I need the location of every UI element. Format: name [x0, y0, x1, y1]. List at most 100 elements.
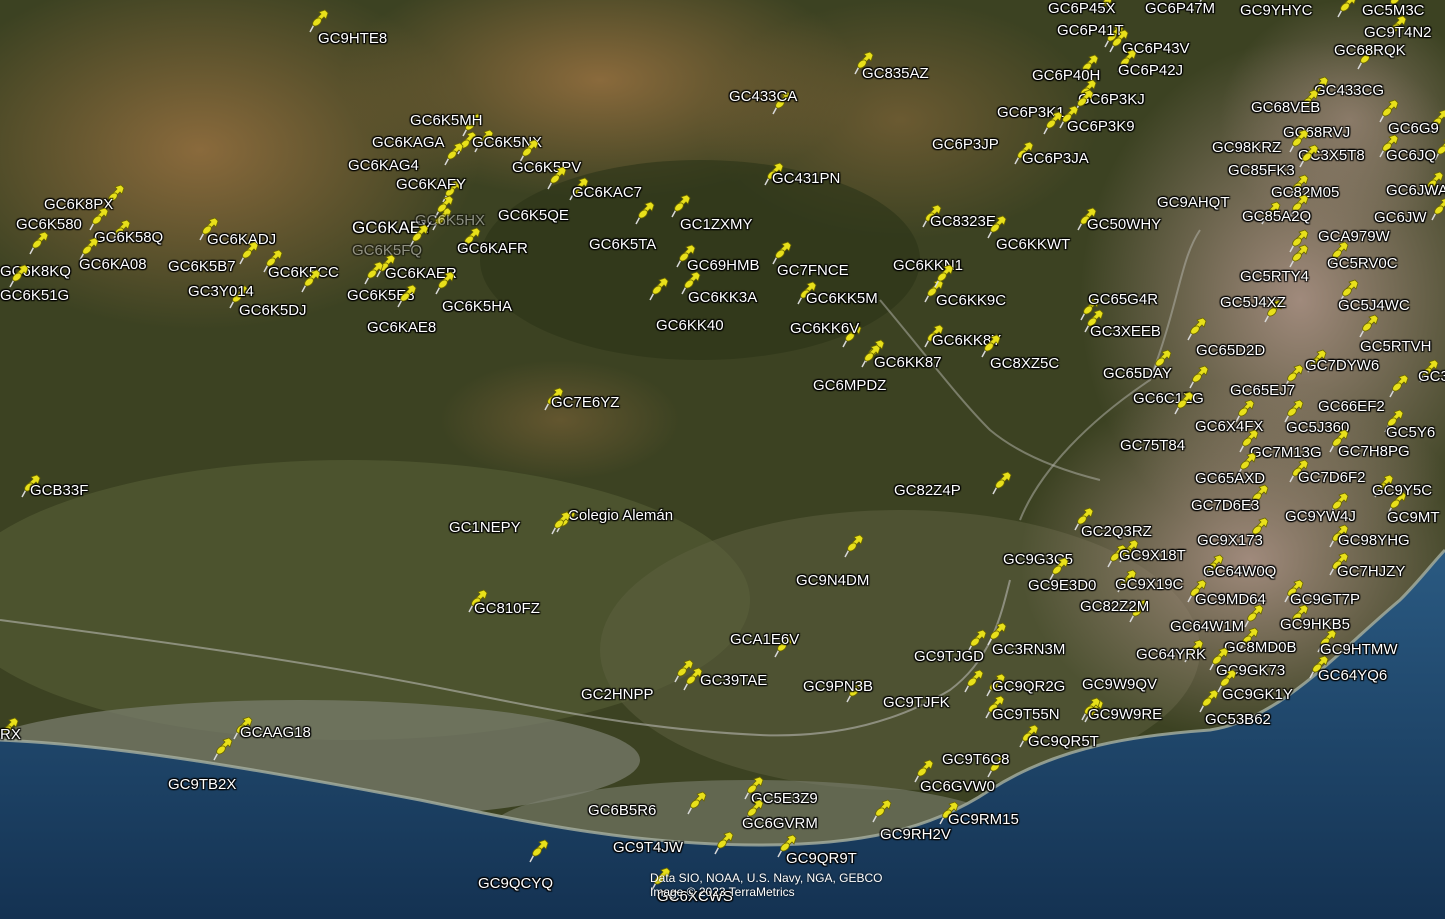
marker-label[interactable]: GC7E6YZ: [551, 394, 619, 411]
marker-label[interactable]: RX: [0, 726, 21, 743]
marker-label[interactable]: GCA1E6V: [730, 631, 799, 648]
pushpin-icon[interactable]: [234, 240, 260, 266]
pushpin-icon[interactable]: [1332, 0, 1358, 19]
marker-label[interactable]: GC6KK3A: [688, 289, 757, 306]
pushpin-icon[interactable]: [546, 510, 572, 536]
pushpin-icon[interactable]: [542, 165, 568, 191]
marker-label[interactable]: GC835AZ: [862, 65, 929, 82]
pushpin-icon[interactable]: [4, 263, 30, 289]
marker-label[interactable]: GC6KAFR: [457, 240, 528, 257]
marker-label[interactable]: GC6KA08: [79, 256, 147, 273]
pushpin-icon[interactable]: [24, 230, 50, 256]
marker-label[interactable]: GC6K5B7: [168, 258, 236, 275]
pushpin-icon[interactable]: [1426, 196, 1445, 222]
marker-label[interactable]: GC9Y5C: [1372, 482, 1432, 499]
marker-label[interactable]: GC9TJFK: [883, 694, 950, 711]
marker-label[interactable]: GC6KAFY: [396, 176, 466, 193]
marker-label[interactable]: GC7FNCE: [777, 262, 849, 279]
marker-label[interactable]: GC8MD0B: [1224, 639, 1297, 656]
marker-label[interactable]: GC9X19C: [1115, 576, 1183, 593]
marker-label[interactable]: GC65EJ7: [1230, 382, 1295, 399]
marker-label[interactable]: GC9T55N: [992, 706, 1060, 723]
marker-label[interactable]: GC82Z2M: [1080, 598, 1149, 615]
pushpin-icon[interactable]: [709, 830, 735, 856]
marker-label[interactable]: GC9E3D0: [1028, 577, 1096, 594]
marker-label[interactable]: GC64YRK: [1136, 646, 1206, 663]
marker-label[interactable]: GC7HJZY: [1337, 563, 1405, 580]
pushpin-icon[interactable]: [524, 838, 550, 864]
marker-label[interactable]: GC68VEB: [1251, 99, 1320, 116]
marker-label[interactable]: GC64YQ6: [1318, 667, 1387, 684]
marker-label[interactable]: GC810FZ: [474, 600, 540, 617]
pushpin-icon[interactable]: [867, 798, 893, 824]
marker-label[interactable]: GC5Y6: [1386, 424, 1435, 441]
marker-label[interactable]: GC9HTE8: [318, 30, 387, 47]
pushpin-icon[interactable]: [839, 533, 865, 559]
marker-label[interactable]: GC6MPDZ: [813, 377, 886, 394]
marker-label[interactable]: GC8XZ5C: [990, 355, 1059, 372]
marker-label[interactable]: GC6JW: [1374, 209, 1427, 226]
marker-label[interactable]: GC6P42J: [1118, 62, 1183, 79]
pushpin-icon[interactable]: [682, 790, 708, 816]
marker-label[interactable]: GC98KRZ: [1212, 139, 1281, 156]
pushpin-icon[interactable]: [1184, 364, 1210, 390]
marker-label[interactable]: GC5RV0C: [1327, 255, 1398, 272]
marker-label[interactable]: GC75T84: [1120, 437, 1185, 454]
marker-label[interactable]: GC9T4JW: [613, 839, 683, 856]
pushpin-icon[interactable]: [987, 470, 1013, 496]
marker-label[interactable]: GC9TB2X: [168, 776, 236, 793]
satellite-map[interactable]: GC9HTE8 GC835AZ GC433CA GC6K5MH GC6KAGA GC6K5…: [0, 0, 1445, 919]
marker-label[interactable]: GC7D6E3: [1191, 497, 1259, 514]
marker-label[interactable]: GC9PN3B: [803, 678, 873, 695]
marker-label[interactable]: GC9YHYC: [1240, 2, 1313, 19]
marker-label[interactable]: GC6GVRM: [742, 815, 818, 832]
marker-label[interactable]: GC5J4WC: [1338, 297, 1410, 314]
marker-label[interactable]: GC9GK1Y: [1222, 686, 1293, 703]
pushpin-icon[interactable]: [1354, 313, 1380, 339]
marker-label[interactable]: GC9X173: [1197, 532, 1263, 549]
marker-label[interactable]: GC431PN: [772, 170, 840, 187]
marker-label[interactable]: GCAAG18: [240, 724, 311, 741]
marker-label[interactable]: GC64W0Q: [1203, 563, 1276, 580]
pushpin-icon[interactable]: [296, 268, 322, 294]
marker-label[interactable]: GC9MT: [1387, 509, 1440, 526]
marker-label[interactable]: GC5RTVH: [1360, 338, 1431, 355]
marker-label[interactable]: GC9X18T: [1119, 547, 1186, 564]
marker-label[interactable]: GC5RTY4: [1240, 268, 1309, 285]
pushpin-icon[interactable]: [1384, 373, 1410, 399]
marker-label[interactable]: GC9QR5T: [1028, 733, 1099, 750]
pushpin-icon[interactable]: [1182, 316, 1208, 342]
marker-label[interactable]: GC6KK5M: [806, 290, 878, 307]
marker-label[interactable]: GC9TJGD: [914, 648, 984, 665]
pushpin-icon[interactable]: [439, 141, 465, 167]
marker-label[interactable]: GC6GVW0: [920, 778, 995, 795]
marker-label[interactable]: GC3RN3M: [992, 641, 1065, 658]
marker-label[interactable]: GC6K5HA: [442, 298, 512, 315]
marker-label[interactable]: GC3XEEB: [1090, 323, 1161, 340]
marker-label[interactable]: GC6K58Q: [94, 229, 163, 246]
marker-label[interactable]: GC7D6F2: [1298, 469, 1366, 486]
marker-label[interactable]: GC6K51G: [0, 287, 69, 304]
marker-label[interactable]: GC6P45X: [1048, 0, 1116, 17]
marker-label[interactable]: GC433CG: [1314, 82, 1384, 99]
marker-label[interactable]: GC5J4XZ: [1220, 294, 1286, 311]
pushpin-icon[interactable]: [1038, 110, 1064, 136]
marker-label[interactable]: GC9T6C8: [942, 751, 1010, 768]
marker-label[interactable]: GC6KK9C: [936, 292, 1006, 309]
marker-label[interactable]: GC2HNPP: [581, 686, 654, 703]
pushpin-icon[interactable]: [359, 260, 385, 286]
marker-label[interactable]: GC6KKWT: [996, 236, 1070, 253]
pushpin-icon[interactable]: [929, 263, 955, 289]
marker-label[interactable]: GC98YHG: [1338, 532, 1410, 549]
marker-label[interactable]: GC3H: [1418, 368, 1445, 385]
marker-label[interactable]: GC6KK6V: [790, 320, 859, 337]
marker-label[interactable]: GC9AHQT: [1157, 194, 1230, 211]
pushpin-icon[interactable]: [856, 343, 882, 369]
marker-label[interactable]: GC53B62: [1205, 711, 1271, 728]
marker-label[interactable]: GC6P3JA: [1022, 150, 1089, 167]
marker-label[interactable]: GC6JQ: [1386, 147, 1436, 164]
marker-label[interactable]: GC9W9QV: [1082, 676, 1157, 693]
marker-label[interactable]: GC7DYW6: [1305, 357, 1379, 374]
marker-label[interactable]: GC82Z4P: [894, 482, 961, 499]
marker-label[interactable]: GC6P47M: [1145, 0, 1215, 17]
